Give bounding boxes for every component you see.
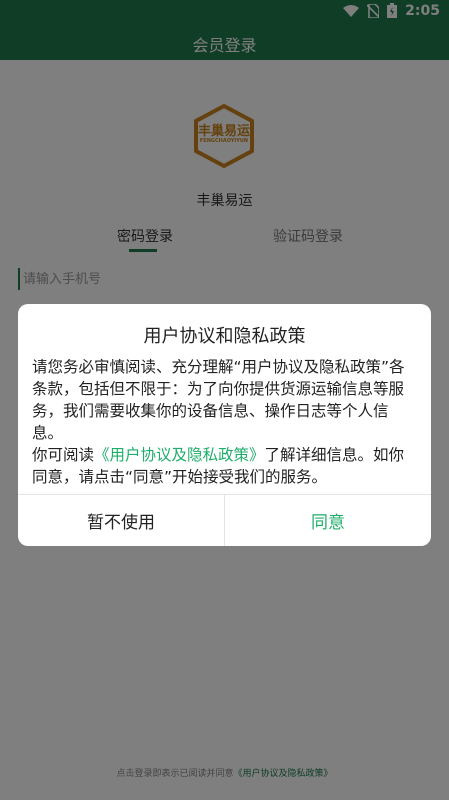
- privacy-dialog: 用户协议和隐私政策 请您务必审慎阅读、充分理解“用户协议及隐私政策”各条款，包括…: [18, 304, 431, 546]
- dialog-paragraph-2-prefix: 你可阅读: [32, 446, 95, 464]
- dialog-paragraph-1: 请您务必审慎阅读、充分理解“用户协议及隐私政策”各条款，包括但不限于：为了向你提…: [32, 358, 405, 442]
- dialog-agreement-link[interactable]: 《用户协议及隐私政策》: [94, 446, 265, 464]
- dialog-paragraph-2: 你可阅读《用户协议及隐私政策》了解详细信息。如你同意，请点击“同意”开始接受我们…: [32, 444, 417, 488]
- reject-button[interactable]: 暂不使用: [18, 495, 224, 546]
- dialog-title: 用户协议和隐私政策: [143, 326, 306, 347]
- dialog-body: 请您务必审慎阅读、充分理解“用户协议及隐私政策”各条款，包括但不限于：为了向你提…: [32, 356, 417, 488]
- agree-button[interactable]: 同意: [225, 495, 431, 546]
